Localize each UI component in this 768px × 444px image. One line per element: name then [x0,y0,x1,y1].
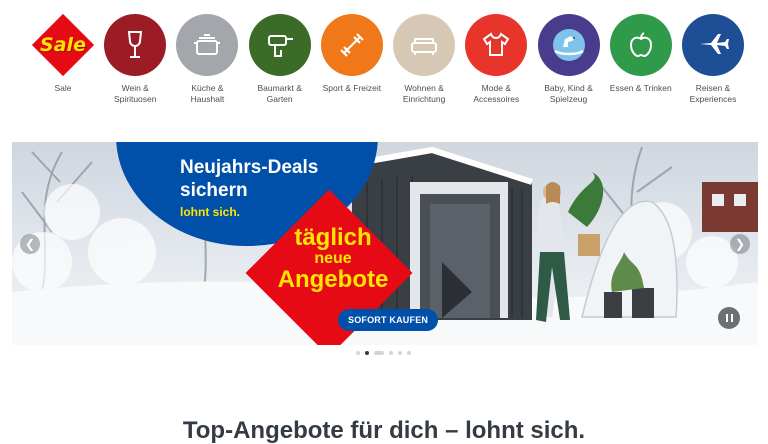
pause-icon[interactable] [718,307,740,329]
category-label: Sport & Freizeit [322,83,382,93]
category-baby-toys[interactable]: Baby, Kind & Spielzeug [536,14,602,114]
tshirt-icon [465,14,528,76]
section-heading: Top-Angebote für dich – lohnt sich. [182,417,586,444]
drill-icon [248,14,311,76]
category-label: Reisen & Experiences [689,83,737,104]
sale-badge-icon: Sale [31,13,95,77]
category-label: Küche & Haushalt [190,83,225,104]
carousel-prev-icon[interactable]: ❮ [20,234,40,254]
dumbbell-icon [320,14,383,76]
carousel-dot[interactable] [374,351,384,355]
category-diy-garden[interactable]: Baumarkt & Garten [247,14,313,114]
category-food[interactable]: Essen & Trinken [608,14,674,114]
carousel-pagination [356,351,411,355]
category-sport[interactable]: Sport & Freizeit [319,14,385,114]
promo-line1: täglich [294,224,372,251]
category-sale[interactable]: Sale Sale [30,13,96,114]
hero-headline-line2: sichern [180,180,248,201]
category-label: Sale [54,83,72,93]
hero-headline: Neujahrs-Deals sichern [180,156,318,202]
carousel-dot[interactable] [407,351,411,355]
promo-line3: Angebote [277,266,389,293]
airplane-icon [681,14,744,76]
carousel-dot-active[interactable] [365,351,369,355]
category-label: Essen & Trinken [609,83,672,93]
category-nav: Sale Sale Wein & Spirituosen Küche & Hau… [30,13,746,114]
carousel-dot[interactable] [356,351,360,355]
category-label: Wohnen & Einrichtung [402,83,446,104]
cooking-pot-icon [176,14,239,76]
apple-icon [609,14,672,76]
category-living[interactable]: Wohnen & Einrichtung [391,14,457,114]
hero-banner[interactable]: Neujahrs-Deals sichern lohnt sich. tägli… [12,142,758,345]
hero-tagline: lohnt sich. [180,205,240,219]
sale-badge-text: Sale [40,34,86,56]
hero-headline-line1: Neujahrs-Deals [180,157,319,178]
wine-glass-icon [104,14,167,76]
category-wine[interactable]: Wein & Spirituosen [102,14,168,114]
shop-now-button[interactable]: SOFORT KAUFEN [338,309,439,331]
rocking-horse-icon [537,14,600,76]
carousel-next-icon[interactable]: ❯ [730,234,750,254]
category-label: Wein & Spirituosen [113,83,157,104]
carousel-dot[interactable] [389,351,393,355]
carousel-dot[interactable] [398,351,402,355]
category-travel[interactable]: Reisen & Experiences [680,14,746,114]
category-fashion[interactable]: Mode & Accessoires [463,14,529,114]
category-label: Mode & Accessoires [473,83,520,104]
sofa-icon [393,14,456,76]
category-label: Baumarkt & Garten [257,83,302,104]
category-label: Baby, Kind & Spielzeug [544,83,593,104]
category-kitchen[interactable]: Küche & Haushalt [174,14,240,114]
promo-text: täglich neue Angebote [248,226,418,292]
